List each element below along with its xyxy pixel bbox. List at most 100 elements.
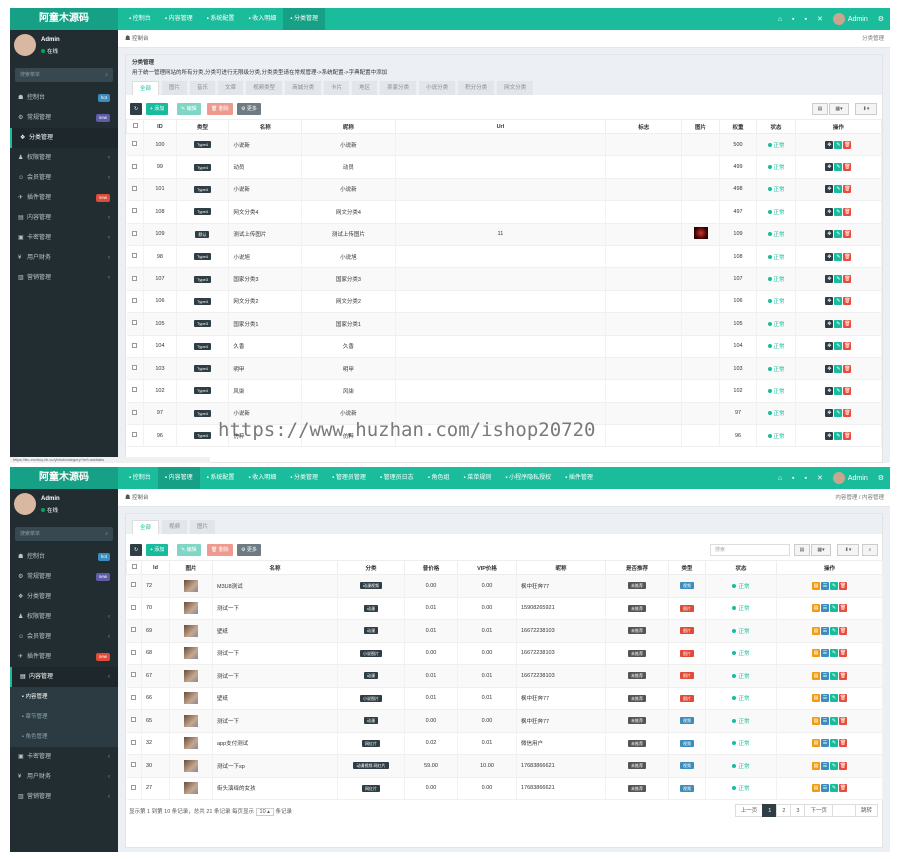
drag-icon[interactable]: ✥ xyxy=(825,163,834,172)
sidebar-item[interactable]: ▣ 卡密管理 ‹ xyxy=(10,228,118,248)
page-size-select[interactable]: 10 ▴ xyxy=(255,808,274,816)
delete-button[interactable]: 🗑 删除 xyxy=(207,544,233,556)
top-nav-tab[interactable]: ▪ 控制台 xyxy=(122,8,158,30)
row-checkbox[interactable] xyxy=(132,387,138,393)
edit-button[interactable]: ✎ 编辑 xyxy=(177,103,201,115)
sidebar-item[interactable]: ♟ 权限管理 ‹ xyxy=(10,148,118,168)
page-button[interactable]: 1 xyxy=(762,804,778,817)
table-row[interactable]: 105 Type3 国家分类1 国家分类1 105 正常 ✥ ✎ 🗑 xyxy=(126,312,883,336)
filter-tab[interactable]: 积分分类 xyxy=(458,81,495,95)
user-menu[interactable]: Admin xyxy=(832,13,868,25)
table-row[interactable]: 27 街头演绎的女孩 网红片 0.00 0.00 17683866621 未推荐 视频 正常 ▤ ☰… xyxy=(126,777,883,800)
content-thumbnail[interactable] xyxy=(184,624,198,637)
filter-tab[interactable]: 网文分类 xyxy=(497,81,534,95)
row-checkbox[interactable] xyxy=(131,604,137,610)
chapter-icon[interactable]: ▤ xyxy=(812,694,820,703)
edit-icon[interactable]: ✎ xyxy=(834,207,843,216)
row-checkbox[interactable] xyxy=(132,230,138,236)
table-row[interactable]: 70 测试一下 动漫 0.01 0.00 15908265921 未推荐 图片 正常 ▤ ☰ ✎ 🗑 xyxy=(126,597,883,620)
drag-icon[interactable]: ✥ xyxy=(825,275,834,284)
table-row[interactable]: 98 Type4 小说旭 小说旭 108 正常 ✥ ✎ 🗑 xyxy=(126,245,883,269)
page-button[interactable]: 3 xyxy=(790,804,806,817)
page-button[interactable]: 上一页 xyxy=(734,804,764,817)
drag-icon[interactable]: ✥ xyxy=(825,364,834,373)
top-nav-tab[interactable]: ▪ 收入明细 xyxy=(241,8,283,30)
search-icon[interactable]: ⌕ xyxy=(862,544,878,556)
table-row[interactable]: 103 Type4 明甲 明甲 103 正常 ✥ ✎ 🗑 xyxy=(126,357,883,381)
chapter-icon[interactable]: ▤ xyxy=(812,784,820,793)
fullscreen-icon[interactable]: ✕ xyxy=(817,474,823,482)
chapter-icon[interactable]: ▤ xyxy=(812,716,820,725)
sidebar-item[interactable]: ▥ 营销管理 ‹ xyxy=(10,787,118,807)
edit-icon[interactable]: ✎ xyxy=(830,761,838,770)
row-checkbox[interactable] xyxy=(131,784,137,790)
content-thumbnail[interactable] xyxy=(184,579,198,592)
table-row[interactable]: 65 测试一下 动漫 0.00 0.00 枫中狂奔77 未推荐 视频 正常 ▤ ☰ ✎ 🗑 xyxy=(126,709,883,733)
home-icon[interactable]: ⌂ xyxy=(778,16,782,23)
delete-icon[interactable]: 🗑 xyxy=(839,784,847,793)
table-row[interactable]: 32 app支付测试 网红片 0.02 0.01 微信用户 未推荐 视频 正常 ▤ ☰ ✎ 🗑 xyxy=(126,732,883,755)
drag-icon[interactable]: ✥ xyxy=(825,386,834,395)
edit-icon[interactable]: ✎ xyxy=(834,319,843,328)
gear-icon[interactable]: ⚙ xyxy=(878,15,884,23)
filter-tab[interactable]: 卡片 xyxy=(324,81,350,95)
sidebar-item[interactable]: ☗ 控制台 hot xyxy=(10,88,118,108)
row-checkbox[interactable] xyxy=(132,141,138,147)
top-nav-tab[interactable]: ▪ 插件管理 xyxy=(558,467,600,489)
menu-search-input[interactable]: 搜索菜单 ⌕ xyxy=(15,527,113,541)
chapter-icon[interactable]: ▤ xyxy=(812,761,820,770)
edit-icon[interactable]: ✎ xyxy=(830,716,838,725)
content-thumbnail[interactable] xyxy=(184,602,198,615)
edit-icon[interactable]: ✎ xyxy=(834,431,843,440)
page-button[interactable]: 下一页 xyxy=(804,804,833,817)
sidebar-item[interactable]: ❖ 分类管理 xyxy=(10,587,118,607)
content-thumbnail[interactable] xyxy=(184,669,198,682)
sidebar-item[interactable]: ⚙ 常规管理 new xyxy=(10,567,118,587)
jump-page-input[interactable] xyxy=(831,804,856,817)
gear-icon[interactable]: ⚙ xyxy=(878,474,884,482)
edit-icon[interactable]: ✎ xyxy=(834,409,843,418)
chapter-icon[interactable]: ▤ xyxy=(812,626,820,635)
edit-icon[interactable]: ✎ xyxy=(834,386,843,395)
sidebar-item[interactable]: ▤ 内容管理 ‹ xyxy=(10,667,118,687)
table-row[interactable]: 69 壁纸 动漫 0.01 0.01 16672238103 未推荐 图片 正常 ▤ ☰ ✎ 🗑 xyxy=(126,619,883,643)
page-button[interactable]: 跳转 xyxy=(854,804,878,817)
edit-icon[interactable]: ✎ xyxy=(830,604,838,613)
columns-icon[interactable]: ▦▾ xyxy=(811,544,831,556)
row-checkbox[interactable] xyxy=(131,739,137,745)
table-row[interactable]: 109 默认 测试上传图片 测试上传图片 11 109 正常 ✥ ✎ 🗑 xyxy=(126,223,883,246)
table-row[interactable]: 72 M3U8测试 动漫视频 0.00 0.00 枫中狂奔77 未推荐 视频 正常 ▤ ☰ ✎ 🗑 xyxy=(126,574,883,598)
list-icon[interactable]: ☰ xyxy=(821,694,829,703)
row-checkbox[interactable] xyxy=(132,297,138,303)
refresh-button[interactable]: ↻ xyxy=(130,544,143,556)
sidebar-item[interactable]: ❖ 分类管理 xyxy=(10,128,118,148)
table-row[interactable]: 30 测试一下sp 动漫视频 网红片 59.00 10.00 17683866621 未推荐… xyxy=(126,754,883,778)
refresh-icon[interactable]: ▪ xyxy=(805,475,807,482)
drag-icon[interactable]: ✥ xyxy=(825,319,834,328)
drag-icon[interactable]: ✥ xyxy=(825,185,834,194)
user-menu[interactable]: Admin xyxy=(832,472,868,484)
content-thumbnail[interactable] xyxy=(184,714,198,727)
row-checkbox[interactable] xyxy=(131,649,137,655)
filter-tab[interactable]: 图片 xyxy=(162,81,188,95)
top-nav-tab[interactable]: ▪ 分类管理 xyxy=(283,8,326,30)
logo[interactable]: 阿童木源码 xyxy=(10,467,118,489)
list-icon[interactable]: ☰ xyxy=(821,581,829,590)
select-all-checkbox[interactable] xyxy=(131,564,137,569)
content-thumbnail[interactable] xyxy=(184,737,198,750)
sidebar-item[interactable]: ▣ 卡密管理 ‹ xyxy=(10,747,118,767)
delete-icon[interactable]: 🗑 xyxy=(843,185,852,194)
delete-icon[interactable]: 🗑 xyxy=(839,626,847,635)
edit-icon[interactable]: ✎ xyxy=(834,230,843,239)
sidebar-item[interactable]: ✈ 插件管理 new xyxy=(10,647,118,667)
delete-icon[interactable]: 🗑 xyxy=(839,694,847,703)
export-icon[interactable]: ⬇▾ xyxy=(855,103,877,115)
column-header[interactable] xyxy=(126,560,142,575)
list-icon[interactable]: ☰ xyxy=(821,604,829,613)
edit-icon[interactable]: ✎ xyxy=(834,342,843,351)
refresh-button[interactable]: ↻ xyxy=(130,103,143,115)
edit-icon[interactable]: ✎ xyxy=(834,140,843,149)
search-icon[interactable]: ⌕ xyxy=(105,68,108,82)
list-icon[interactable]: ☰ xyxy=(821,784,829,793)
edit-icon[interactable]: ✎ xyxy=(834,185,843,194)
